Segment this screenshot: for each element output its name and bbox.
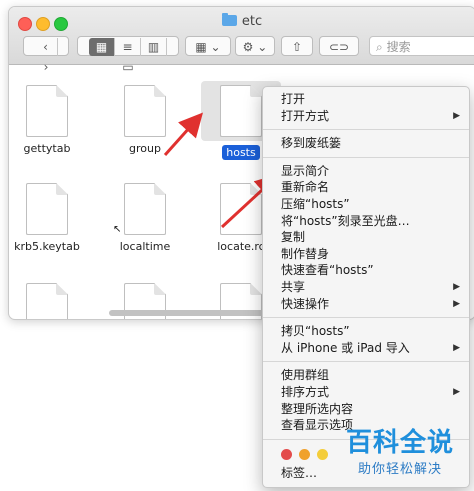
menu-item-open-with[interactable]: 打开方式 ▶ <box>263 108 469 125</box>
chevron-down-icon: ⌄ <box>210 40 221 54</box>
document-icon <box>220 85 262 137</box>
menu-separator <box>263 156 469 158</box>
chevron-down-icon: ⌄ <box>257 40 268 54</box>
menu-item-open[interactable]: 打开 <box>263 91 469 108</box>
file-item[interactable]: ↖ localtime <box>105 183 185 253</box>
alias-arrow-icon: ↖ <box>113 224 122 235</box>
file-name: krb5.keytab <box>14 240 80 253</box>
watermark-title: 百科全说 <box>345 428 454 458</box>
menu-item-use-groups[interactable]: 使用群组 <box>263 367 469 384</box>
menu-separator <box>263 129 469 131</box>
menu-item-copy[interactable]: 拷贝“hosts” <box>263 323 469 340</box>
file-name: localtime <box>119 240 171 253</box>
back-forward-control: ‹› <box>23 36 69 74</box>
menu-item-compress[interactable]: 压缩“hosts” <box>263 196 469 213</box>
edit-tags-button[interactable]: ⊂⊃ <box>319 36 359 56</box>
folder-icon <box>221 13 237 26</box>
menu-item-rename[interactable]: 重新命名 <box>263 179 469 196</box>
menu-item-duplicate[interactable]: 复制 <box>263 229 469 246</box>
menu-item-move-to-trash[interactable]: 移到废纸篓 <box>263 135 469 152</box>
menu-item-share[interactable]: 共享 ▶ <box>263 279 469 296</box>
menu-item-quick-actions[interactable]: 快速操作 ▶ <box>263 296 469 313</box>
document-icon <box>124 85 166 137</box>
window-title: etc <box>9 13 474 29</box>
menu-item-quick-look[interactable]: 快速查看“hosts” <box>263 262 469 279</box>
search-input[interactable]: ⌕ 搜索 <box>369 36 474 56</box>
share-button[interactable]: ⇧ <box>281 36 313 56</box>
menu-item-import-from-iphone[interactable]: 从 iPhone 或 iPad 导入 ▶ <box>263 340 469 357</box>
file-name: gettytab <box>23 142 71 155</box>
submenu-arrow-icon: ▶ <box>453 281 460 292</box>
tag-red[interactable] <box>281 449 292 461</box>
menu-item-make-alias[interactable]: 制作替身 <box>263 246 469 263</box>
submenu-arrow-icon: ▶ <box>453 298 460 309</box>
search-placeholder: 搜索 <box>386 40 411 54</box>
titlebar: etc ‹› ▦ ≡ ▥▭ ▦ ⌄ ⚙ ⌄ ⇧ ⊂⊃ ⌕ 搜索 <box>9 7 474 74</box>
file-item[interactable]: krb5.keytab <box>9 183 87 253</box>
submenu-arrow-icon: ▶ <box>453 110 460 121</box>
submenu-arrow-icon: ▶ <box>453 386 460 397</box>
file-item[interactable]: gettytab <box>9 85 87 155</box>
view-mode-control: ▦ ≡ ▥▭ <box>77 36 179 74</box>
tag-orange[interactable] <box>299 449 310 461</box>
file-name: group <box>129 142 161 155</box>
tag-icon: ⊂⊃ <box>328 40 350 54</box>
file-name: hosts <box>222 145 260 160</box>
column-view-button[interactable]: ▥ <box>141 38 167 56</box>
menu-separator <box>263 361 469 363</box>
menu-item-burn-to-disc[interactable]: 将“hosts”刻录至光盘… <box>263 213 469 230</box>
document-icon <box>26 283 68 319</box>
menu-item-clean-up-selection[interactable]: 整理所选内容 <box>263 401 469 418</box>
document-icon <box>26 85 68 137</box>
action-button[interactable]: ⚙ ⌄ <box>235 36 275 56</box>
group-by-button[interactable]: ▦ ⌄ <box>185 36 231 56</box>
share-icon: ⇧ <box>291 40 303 54</box>
icon-view-button[interactable]: ▦ <box>89 38 115 56</box>
submenu-arrow-icon: ▶ <box>453 342 460 353</box>
document-icon <box>26 183 68 235</box>
gear-icon: ⚙ <box>242 40 254 54</box>
back-button[interactable]: ‹ <box>35 38 58 56</box>
watermark-subtitle: 助你轻松解决 <box>357 462 442 477</box>
menu-item-get-info[interactable]: 显示简介 <box>263 163 469 180</box>
file-item[interactable] <box>9 283 87 319</box>
group-icon: ▦ <box>195 40 207 54</box>
watermark: 百科全说 助你轻松解决 <box>330 428 470 477</box>
menu-item-sort-by[interactable]: 排序方式 ▶ <box>263 384 469 401</box>
file-item[interactable]: group <box>105 85 185 155</box>
menu-separator <box>263 317 469 319</box>
document-icon <box>220 183 262 235</box>
search-icon: ⌕ <box>376 40 383 54</box>
tag-yellow[interactable] <box>317 449 328 461</box>
list-view-button[interactable]: ≡ <box>115 38 141 56</box>
document-icon <box>124 183 166 235</box>
